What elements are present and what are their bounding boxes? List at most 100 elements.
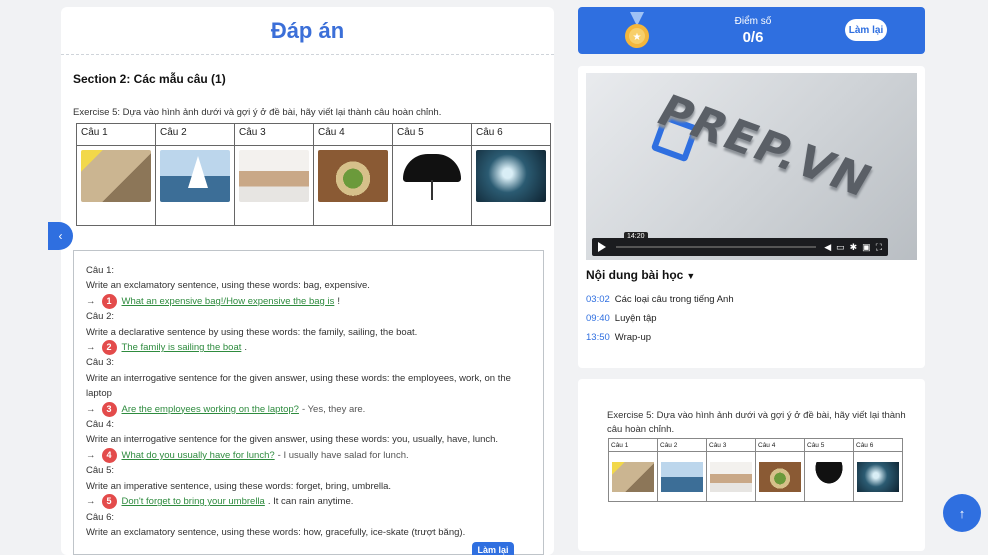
preview-instruction: Exercise 5: Dựa vào hình ảnh dưới và gợi… [607, 410, 906, 435]
answer-number-badge: 2 [101, 340, 117, 356]
preview-column-header: Câu 3 [706, 438, 756, 452]
answer-text: Are the employees working on the laptop? [121, 403, 299, 415]
video-player[interactable]: PREP.VN 14:20 ◀ ▭ ✱ ▣ ⛶ [586, 73, 917, 260]
answer-tail: - I usually have salad for lunch. [277, 449, 409, 461]
question-prompt: Write an interrogative sentence for the … [86, 372, 511, 400]
captions-icon[interactable]: ▭ [836, 242, 845, 253]
lesson-timestamp[interactable]: 09:40 [586, 313, 610, 324]
answer-text: The family is sailing the boat [121, 342, 242, 354]
preview-picture-table: Câu 1 Câu 2 Câu 3 Câu 4 Câu 5 Câu 6 [608, 438, 903, 502]
sailboat-photo [661, 461, 703, 492]
column-header: Câu 2 [155, 123, 235, 146]
answer-number-badge: 4 [101, 448, 117, 464]
bag-photo [81, 150, 151, 202]
answer-row: → 5 Don't forget to bring your umbrella … [86, 494, 531, 510]
question-prompt: Write an imperative sentence, using thes… [86, 480, 392, 492]
answer-tail: . It can rain anytime. [267, 496, 354, 508]
scroll-to-top-button[interactable]: ↑ [943, 494, 981, 532]
column-header: Câu 3 [234, 123, 314, 146]
preview-column-header: Câu 2 [657, 438, 707, 452]
lesson-content-title: Nội dung bài học [586, 268, 684, 282]
question-label: Câu 3: [86, 357, 114, 369]
score-card: ★ Điểm số 0/6 Làm lại [578, 7, 925, 54]
answer-text: What do you usually have for lunch? [121, 449, 275, 461]
lesson-content-header[interactable]: Nội dung bài học ▼ [586, 268, 695, 282]
pip-icon[interactable]: ▣ [862, 242, 871, 253]
lesson-item[interactable]: 13:50 Wrap-up [586, 328, 734, 347]
answer-row: → 3 Are the employees working on the lap… [86, 401, 531, 417]
arrow-icon: → [86, 449, 96, 461]
picture-table: Câu 1 Câu 2 Câu 3 Câu 4 Câu 5 Câu 6 [76, 123, 551, 226]
answer-row: → 1 What an expensive bag!/How expensive… [86, 294, 531, 310]
ice-skater-photo [857, 461, 899, 492]
question-label: Câu 2: [86, 311, 114, 323]
question-label: Câu 1: [86, 265, 114, 276]
answer-number-badge: 3 [101, 401, 117, 417]
section-title: Section 2: Các mẫu câu (1) [73, 72, 226, 86]
question-prompt: Write an interrogative sentence for the … [86, 434, 499, 446]
preview-column-header: Câu 4 [755, 438, 805, 452]
answer-text: What an expensive bag!/How expensive the… [121, 295, 335, 307]
volume-icon[interactable]: ◀ [824, 242, 831, 253]
sailboat-photo [160, 150, 230, 202]
lesson-title: Luyện tập [614, 313, 657, 324]
score-label: Điểm số [734, 16, 772, 27]
caret-down-icon: ▼ [686, 271, 696, 281]
lesson-timestamp[interactable]: 13:50 [586, 332, 610, 343]
page-title: Đáp án [61, 7, 554, 55]
family-laptop-photo [239, 150, 309, 202]
preview-column-header: Câu 5 [804, 438, 854, 452]
arrow-icon: → [86, 403, 96, 415]
lesson-item[interactable]: 03:02 Các loại câu trong tiếng Anh [586, 290, 734, 309]
lesson-title: Wrap-up [614, 332, 652, 343]
salad-photo [318, 150, 388, 202]
retry-bottom-button[interactable]: Làm lại [472, 542, 514, 555]
answer-row: → 4 What do you usually have for lunch? … [86, 448, 531, 464]
family-laptop-photo [710, 461, 752, 492]
question-label: Câu 6: [86, 511, 114, 523]
arrow-up-icon: ↑ [958, 505, 966, 521]
svg-text:★: ★ [633, 32, 642, 43]
answer-tail: ! [337, 295, 340, 307]
lesson-title: Các loại câu trong tiếng Anh [614, 294, 734, 305]
column-header: Câu 1 [76, 123, 156, 146]
fullscreen-icon[interactable]: ⛶ [876, 242, 882, 253]
play-icon[interactable] [598, 242, 606, 252]
lesson-card: PREP.VN 14:20 ◀ ▭ ✱ ▣ ⛶ Nội dung bài học… [578, 66, 925, 368]
answer-text: Don't forget to bring your umbrella [121, 496, 265, 508]
bag-photo [612, 461, 654, 492]
lesson-list: 03:02 Các loại câu trong tiếng Anh 09:40 L… [586, 290, 734, 347]
question-label: Câu 5: [86, 465, 114, 477]
chevron-left-icon: ‹ [58, 229, 63, 243]
answer-box: Câu 1: Write an exclamatory sentence, us… [73, 250, 544, 555]
column-header: Câu 6 [471, 123, 551, 146]
settings-icon[interactable]: ✱ [850, 242, 858, 253]
arrow-icon: → [86, 342, 96, 354]
column-header: Câu 5 [392, 123, 472, 146]
exercise-preview-card: Exercise 5: Dựa vào hình ảnh dưới và gợi… [578, 379, 925, 551]
answer-number-badge: 5 [101, 494, 117, 510]
column-header: Câu 4 [313, 123, 393, 146]
arrow-icon: → [86, 496, 96, 508]
arrow-icon: → [86, 295, 96, 307]
video-progress-track[interactable] [616, 246, 817, 248]
question-prompt: Write an exclamatory sentence, using the… [86, 280, 370, 292]
question-prompt: Write a declarative sentence by using th… [86, 326, 418, 338]
umbrella-photo [397, 150, 467, 202]
exercise-instruction: Exercise 5: Dựa vào hình ảnh dưới và gợi… [73, 107, 442, 118]
lesson-timestamp[interactable]: 03:02 [586, 294, 610, 305]
answer-tail: . [244, 342, 248, 354]
preview-column-header: Câu 1 [608, 438, 658, 452]
answer-panel: Đáp án Section 2: Các mẫu câu (1) Exerci… [61, 7, 554, 555]
lesson-item[interactable]: 09:40 Luyện tập [586, 309, 734, 328]
answer-row: → 2 The family is sailing the boat . [86, 340, 531, 356]
ice-skater-photo [476, 150, 546, 202]
score-value: 0/6 [742, 29, 764, 46]
video-controls: ◀ ▭ ✱ ▣ ⛶ [592, 238, 888, 256]
question-label: Câu 4: [86, 419, 114, 431]
answer-tail: - Yes, they are. [301, 403, 366, 415]
medal-icon: ★ [625, 12, 649, 48]
retry-button[interactable]: Làm lại [845, 19, 887, 41]
question-prompt: Write an exclamatory sentence, using the… [86, 526, 466, 538]
preview-column-header: Câu 6 [853, 438, 903, 452]
